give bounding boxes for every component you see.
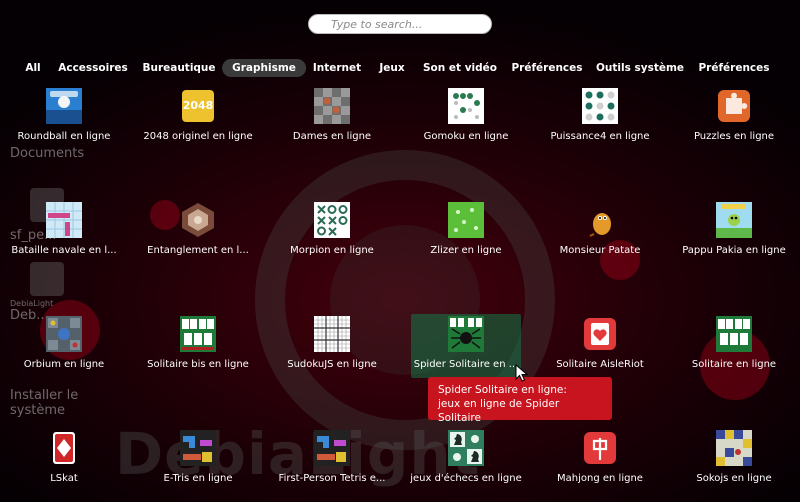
sudoku-grid-icon — [314, 316, 350, 352]
app-roundball[interactable]: Roundball en ligne — [0, 86, 129, 150]
pappu-pakia-icon — [716, 202, 752, 238]
app-solitaire-aisleriot[interactable]: Solitaire AisleRiot — [535, 314, 665, 378]
app-puzzles[interactable]: Puzzles en ligne — [669, 86, 799, 150]
category-tab-preferences[interactable]: Préférences — [501, 59, 592, 77]
app-label: Spider Solitaire en ... — [413, 359, 519, 370]
app-label: Zlizer en ligne — [430, 245, 502, 256]
connect-four-icon — [582, 88, 618, 124]
app-label: First-Person Tetris e... — [278, 473, 386, 484]
app-label: Roundball en ligne — [17, 131, 111, 142]
roundball-icon — [46, 88, 82, 124]
app-label: Dames en ligne — [292, 131, 372, 142]
app-first-person-tetris[interactable]: First-Person Tetris e... — [267, 428, 397, 492]
app-tooltip: Spider Solitaire en ligne: jeux en ligne… — [428, 377, 612, 424]
mouse-cursor-icon — [515, 364, 529, 382]
desktop-logo-icon — [30, 262, 64, 296]
category-tab-all[interactable]: All — [15, 59, 50, 77]
solitaire-cards-icon — [716, 316, 752, 352]
category-tab-graphisme[interactable]: Graphisme — [222, 59, 306, 77]
app-2048[interactable]: 2048 2048 originel en ligne — [133, 86, 263, 150]
sokoban-icon — [716, 430, 752, 466]
app-label: SudokuJS en ligne — [287, 359, 377, 370]
app-dames[interactable]: Dames en ligne — [267, 86, 397, 150]
potato-man-icon — [582, 202, 618, 238]
tooltip-description: jeux en ligne de Spider Solitaire — [438, 398, 560, 424]
app-sudokujs[interactable]: SudokuJS en ligne — [267, 314, 397, 378]
category-tab-outils-systeme[interactable]: Outils système — [586, 59, 694, 77]
tile-2048-icon: 2048 — [180, 88, 216, 124]
category-tab-internet[interactable]: Internet — [303, 59, 371, 77]
tic-tac-toe-icon — [314, 202, 350, 238]
desktop-item-label: Installer le système — [10, 388, 79, 418]
tooltip-title: Spider Solitaire en ligne: — [438, 384, 567, 396]
app-label: Bataille navale en l... — [11, 245, 117, 256]
app-label: Pappu Pakia en ligne — [682, 245, 786, 256]
app-label: Morpion en ligne — [290, 245, 374, 256]
app-echecs[interactable]: jeux d'échecs en ligne — [401, 428, 531, 492]
app-label: E-Tris en ligne — [163, 473, 233, 484]
battleship-icon — [46, 202, 82, 238]
app-label: Monsieur Patate — [559, 245, 641, 256]
app-label: Entanglement en l... — [147, 245, 249, 256]
solitaire-cards-icon — [180, 316, 216, 352]
app-label: jeux d'échecs en ligne — [410, 473, 522, 484]
tetris-blocks-icon — [314, 430, 350, 466]
app-lskat[interactable]: LSkat — [0, 428, 129, 492]
app-zlizer[interactable]: Zlizer en ligne — [401, 200, 531, 264]
category-tab-preferences-2[interactable]: Préférences — [688, 59, 779, 77]
category-tab-accessoires[interactable]: Accessoires — [48, 59, 138, 77]
app-solitaire[interactable]: Solitaire en ligne — [669, 314, 799, 378]
hexagon-board-icon — [180, 202, 216, 238]
zlizer-icon — [448, 202, 484, 238]
app-label: Gomoku en ligne — [423, 131, 509, 142]
app-label: LSkat — [50, 473, 78, 484]
app-label: Puzzles en ligne — [693, 131, 775, 142]
app-morpion[interactable]: Morpion en ligne — [267, 200, 397, 264]
app-pappu-pakia[interactable]: Pappu Pakia en ligne — [669, 200, 799, 264]
orbium-icon — [46, 316, 82, 352]
app-monsieur-patate[interactable]: Monsieur Patate — [535, 200, 665, 264]
app-e-tris[interactable]: E-Tris en ligne — [133, 428, 263, 492]
app-puissance4[interactable]: Puissance4 en ligne — [535, 86, 665, 150]
category-tab-son-et-video[interactable]: Son et vidéo — [413, 59, 507, 77]
app-label: Solitaire AisleRiot — [556, 359, 644, 370]
app-label: Puissance4 en ligne — [550, 131, 650, 142]
tile-2048-text: 2048 — [182, 90, 214, 122]
playing-card-heart-icon — [582, 316, 618, 352]
search-input[interactable] — [308, 14, 492, 34]
app-orbium[interactable]: Orbium en ligne — [0, 314, 129, 378]
chess-pieces-icon — [448, 430, 484, 466]
app-bataille-navale[interactable]: Bataille navale en l... — [0, 200, 129, 264]
card-diamond-icon — [46, 430, 82, 466]
app-entanglement[interactable]: Entanglement en l... — [133, 200, 263, 264]
app-spider-solitaire[interactable]: Spider Solitaire en ... — [411, 314, 521, 378]
gomoku-icon — [448, 88, 484, 124]
app-solitaire-bis[interactable]: Solitaire bis en ligne — [133, 314, 263, 378]
app-label: Solitaire en ligne — [691, 359, 777, 370]
puzzle-piece-icon — [716, 88, 752, 124]
app-sokojs[interactable]: Sokojs en ligne — [669, 428, 799, 492]
category-bar: All Accessoires Bureautique Graphisme In… — [0, 59, 800, 77]
app-label: Solitaire bis en ligne — [147, 359, 249, 370]
checkers-icon — [314, 88, 350, 124]
mahjong-tile-icon — [582, 430, 618, 466]
app-label: Mahjong en ligne — [557, 473, 643, 484]
app-gomoku[interactable]: Gomoku en ligne — [401, 86, 531, 150]
spider-icon — [448, 316, 484, 352]
app-label: Sokojs en ligne — [696, 473, 772, 484]
app-label: Orbium en ligne — [23, 359, 105, 370]
app-label: 2048 originel en ligne — [143, 131, 253, 142]
category-tab-bureautique[interactable]: Bureautique — [132, 59, 225, 77]
category-tab-jeux[interactable]: Jeux — [369, 59, 414, 77]
app-mahjong[interactable]: Mahjong en ligne — [535, 428, 665, 492]
tetris-blocks-icon — [180, 430, 216, 466]
